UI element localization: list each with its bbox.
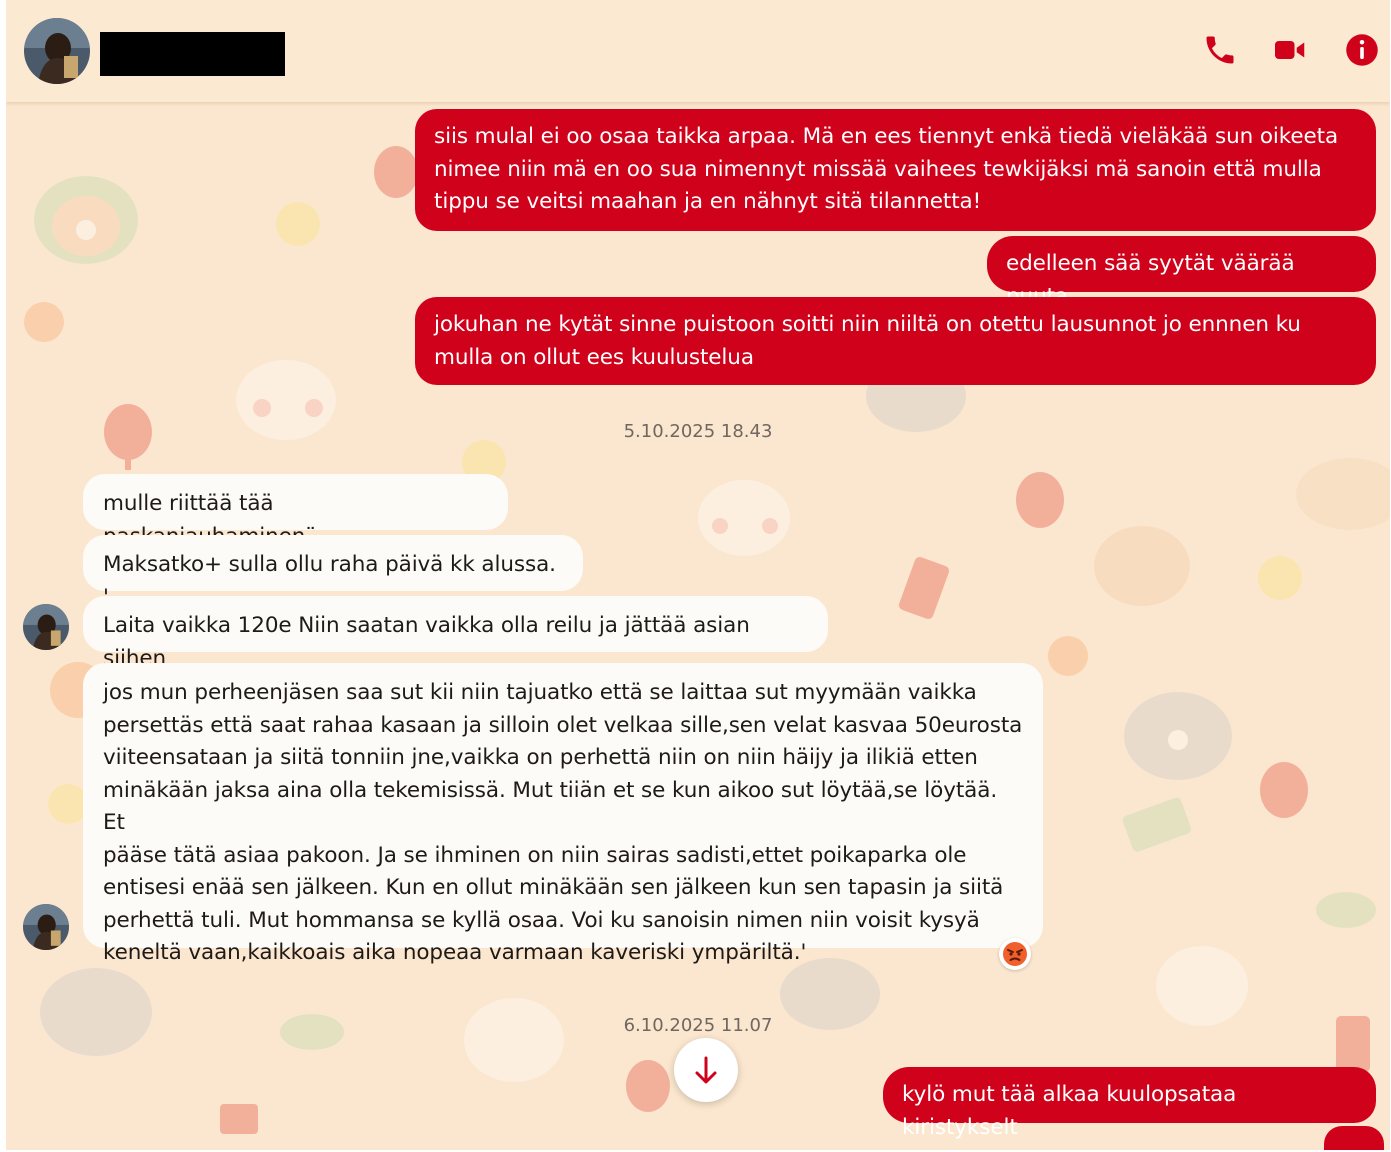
message-timestamp: 5.10.2025 18.43 [623,421,773,442]
message-line: minäkään jaksa aina olla tekemisissä. Mu… [103,777,998,836]
incoming-message[interactable]: mulle riittää tää paskanjauhaminen¨ [83,474,508,549]
contact-avatar[interactable] [24,18,90,84]
message-line: persettäs että saat rahaa kasaan ja sill… [103,712,1023,738]
message-line: jos mun perheenjäsen saa sut kii niin ta… [103,680,977,705]
angry-face-emoji-icon[interactable] [999,938,1031,970]
outgoing-message[interactable]: jokuhan ne kytät sinne puistoon soitti n… [415,297,1376,385]
info-icon[interactable] [1344,32,1380,68]
incoming-message[interactable]: jos mun perheenjäsen saa sut kii niin ta… [83,663,1043,965]
scroll-to-bottom-button[interactable] [674,1038,738,1102]
message-line: perhettä tuli. Mut hommansa se kyllä osa… [103,907,980,933]
message-line: pääse tätä asiaa pakoon. Ja se ihminen o… [103,842,967,868]
contact-name-redacted [100,32,285,76]
message-timestamp: 6.10.2025 11.07 [623,1015,773,1036]
sender-avatar[interactable] [23,604,69,650]
message-line: nimee niin mä en oo sua nimennyt missää … [434,156,1322,182]
chat-window: siis mulal ei oo osaa taikka arpaa. Mä e… [6,0,1390,1150]
message-line: mulla on ollut ees kuulustelua [434,344,754,370]
cat-sticker-icon [1124,692,1232,780]
message-line: jokuhan ne kytät sinne puistoon soitti n… [434,312,1301,337]
cat-sticker-icon [698,480,790,556]
outgoing-message-partial [1324,1126,1384,1150]
incoming-message[interactable]: Maksatko+ sulla ollu raha päivä kk aluss… [83,535,583,610]
message-line: keneltä vaan,kaikkoais aika nopeaa varma… [103,940,807,965]
phone-icon[interactable] [1202,32,1238,68]
sender-avatar[interactable] [23,904,69,950]
message-line: viiteensataan ja siitä tonniin jne,vaikk… [103,745,978,770]
video-camera-icon[interactable] [1272,32,1308,68]
message-line: tippu se veitsi maahan ja en nähnyt sitä… [434,189,982,214]
arrow-down-icon [695,1056,717,1084]
outgoing-message[interactable]: siis mulal ei oo osaa taikka arpaa. Mä e… [415,109,1376,231]
incoming-message[interactable]: Laita vaikka 120e Niin saatan vaikka oll… [83,596,828,671]
message-line: kylö mut tää alkaa kuulopsataa kiristyks… [902,1082,1237,1140]
chat-header [6,0,1390,102]
bear-sticker-icon [34,176,138,264]
outgoing-message[interactable]: kylö mut tää alkaa kuulopsataa kiristyks… [883,1067,1376,1140]
message-line: siis mulal ei oo osaa taikka arpaa. Mä e… [434,124,1339,149]
outgoing-message[interactable]: edelleen sää syytät väärää puuta [987,236,1376,309]
message-line: entisesi enää sen jälkeen. Kun en ollut … [103,875,1004,900]
